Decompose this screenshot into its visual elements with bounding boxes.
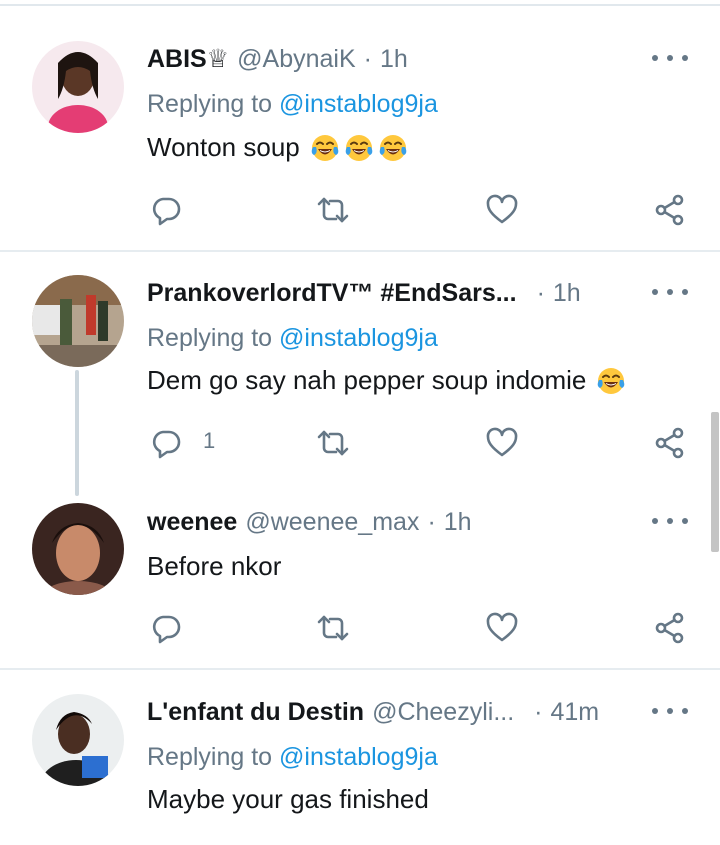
tweet-text-row: Maybe your gas finished <box>147 784 429 815</box>
tweet-divider <box>0 250 720 252</box>
avatar[interactable] <box>32 503 124 595</box>
heart-icon[interactable] <box>485 611 519 645</box>
tweet-text: Wonton soup <box>147 131 300 162</box>
reply-icon[interactable] <box>149 426 183 460</box>
emoji-group <box>592 364 626 396</box>
user-handle[interactable]: @Cheezyli... <box>372 698 514 727</box>
tweet-text-row: Wonton soup <box>147 131 408 163</box>
tweet-text: Maybe your gas finished <box>147 784 429 814</box>
emoji-group <box>306 131 408 163</box>
tweet-text: Dem go say nah pepper soup indomie <box>147 364 587 395</box>
replying-to-label: Replying to <box>147 324 273 352</box>
reply-icon[interactable] <box>149 611 183 645</box>
avatar[interactable] <box>32 694 124 786</box>
share-icon[interactable] <box>653 193 687 227</box>
avatar[interactable] <box>32 41 124 133</box>
replying-to-label: Replying to <box>147 90 273 118</box>
tweet-divider <box>0 668 720 670</box>
replying-to-label: Replying to <box>147 743 273 771</box>
tweet-text-row: Before nkor <box>147 551 281 582</box>
more-icon[interactable] <box>652 282 688 302</box>
mention-link[interactable]: @instablog9ja <box>279 90 438 118</box>
more-icon[interactable] <box>652 701 688 721</box>
user-handle[interactable]: @weenee_max <box>245 508 419 537</box>
tears-of-joy-emoji <box>345 135 373 162</box>
retweet-icon[interactable] <box>316 193 350 227</box>
more-icon[interactable] <box>652 48 688 68</box>
avatar[interactable] <box>32 275 124 367</box>
display-name[interactable]: PrankoverlordTV™ #EndSars... <box>147 279 517 308</box>
display-name[interactable]: ABIS♕ <box>147 44 229 74</box>
user-handle[interactable]: @AbynaiK <box>237 45 356 74</box>
tears-of-joy-emoji <box>598 368 625 395</box>
separator-dot: · <box>536 278 545 307</box>
mention-link[interactable]: @instablog9ja <box>279 324 438 352</box>
thread-line <box>75 370 79 496</box>
tweet-text-row: Dem go say nah pepper soup indomie <box>147 364 626 396</box>
replying-to: Replying to @instablog9ja <box>147 743 438 772</box>
display-name[interactable]: L'enfant du Destin <box>147 698 364 727</box>
retweet-icon[interactable] <box>316 611 350 645</box>
display-name[interactable]: weenee <box>147 508 237 537</box>
timestamp[interactable]: 1h <box>444 508 472 537</box>
timestamp[interactable]: 1h <box>380 45 408 74</box>
separator-dot: · <box>427 507 436 536</box>
share-icon[interactable] <box>653 426 687 460</box>
timestamp[interactable]: 1h <box>553 279 581 308</box>
top-divider <box>0 4 720 6</box>
share-icon[interactable] <box>653 611 687 645</box>
reply-icon[interactable] <box>149 193 183 227</box>
replying-to: Replying to @instablog9ja <box>147 324 438 353</box>
more-icon[interactable] <box>652 511 688 531</box>
retweet-icon[interactable] <box>316 426 350 460</box>
reply-count: 1 <box>203 428 216 453</box>
heart-icon[interactable] <box>485 426 519 460</box>
separator-dot: · <box>534 697 543 726</box>
heart-icon[interactable] <box>485 193 519 227</box>
scrollbar[interactable] <box>711 412 719 552</box>
mention-link[interactable]: @instablog9ja <box>279 743 438 771</box>
tears-of-joy-emoji <box>379 135 407 162</box>
separator-dot: · <box>363 44 372 73</box>
timestamp[interactable]: 41m <box>550 698 599 727</box>
tears-of-joy-emoji <box>311 135 339 162</box>
replying-to: Replying to @instablog9ja <box>147 90 438 119</box>
tweet-text: Before nkor <box>147 551 282 581</box>
